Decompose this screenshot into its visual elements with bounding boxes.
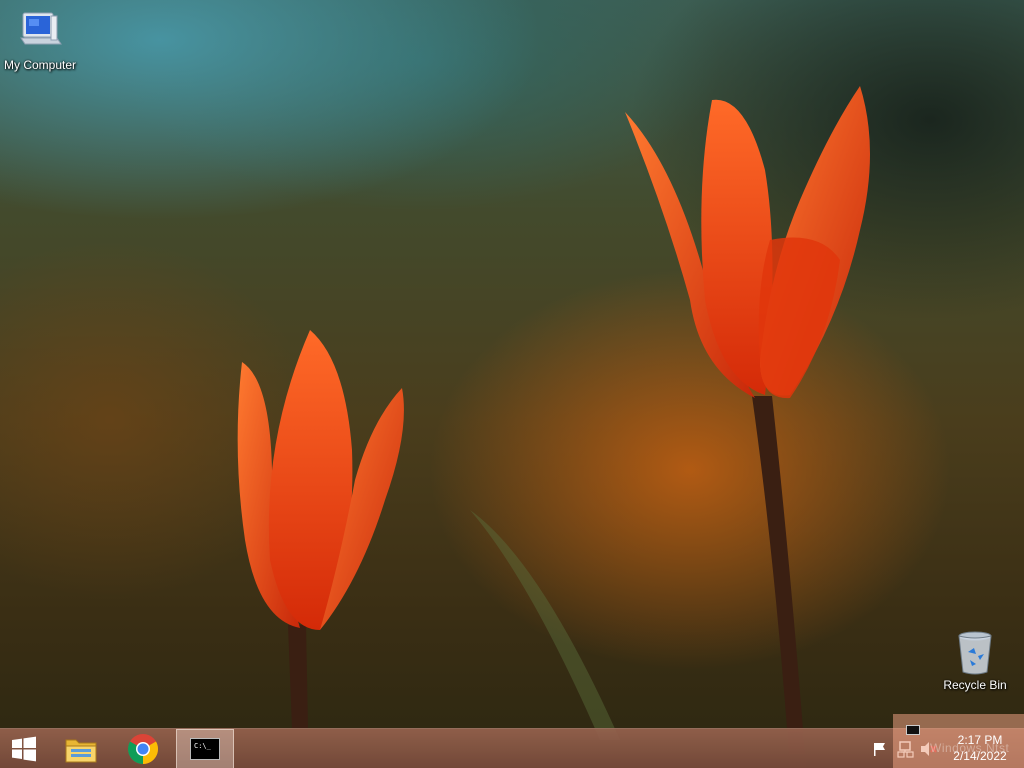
chrome-icon — [127, 734, 159, 764]
windows-logo-icon — [12, 736, 36, 762]
desktop-icon-my-computer[interactable]: My Computer — [0, 10, 80, 72]
taskbar-chrome-button[interactable] — [114, 729, 172, 768]
taskbar-command-prompt-button[interactable]: C:\_ — [176, 729, 234, 768]
desktop-icon-recycle-bin[interactable]: Recycle Bin — [935, 630, 1015, 692]
command-prompt-glyph: C:\_ — [194, 742, 211, 750]
desktop-icon-label: Recycle Bin — [943, 678, 1007, 692]
command-prompt-mini-icon — [906, 725, 920, 735]
action-center-flag-icon — [874, 743, 885, 756]
clock-date: 2/14/2022 — [953, 749, 1007, 763]
tulips-illustration — [237, 86, 870, 768]
clock-time: 2:17 PM — [957, 733, 1003, 747]
command-prompt-icon: C:\_ — [190, 738, 220, 760]
desktop-icon-label: My Computer — [3, 58, 77, 72]
start-button[interactable] — [0, 729, 48, 768]
taskbar: C:\_ — [0, 728, 1024, 768]
action-center-button[interactable] — [872, 729, 888, 768]
computer-icon — [17, 10, 63, 56]
taskbar-file-explorer-button[interactable] — [52, 729, 110, 768]
desktop-wallpaper — [0, 0, 1024, 768]
taskbar-clock[interactable]: 2:17 PM 2/14/2022 — [940, 728, 1020, 768]
recycle-bin-icon — [952, 630, 998, 676]
file-explorer-icon — [65, 739, 97, 763]
